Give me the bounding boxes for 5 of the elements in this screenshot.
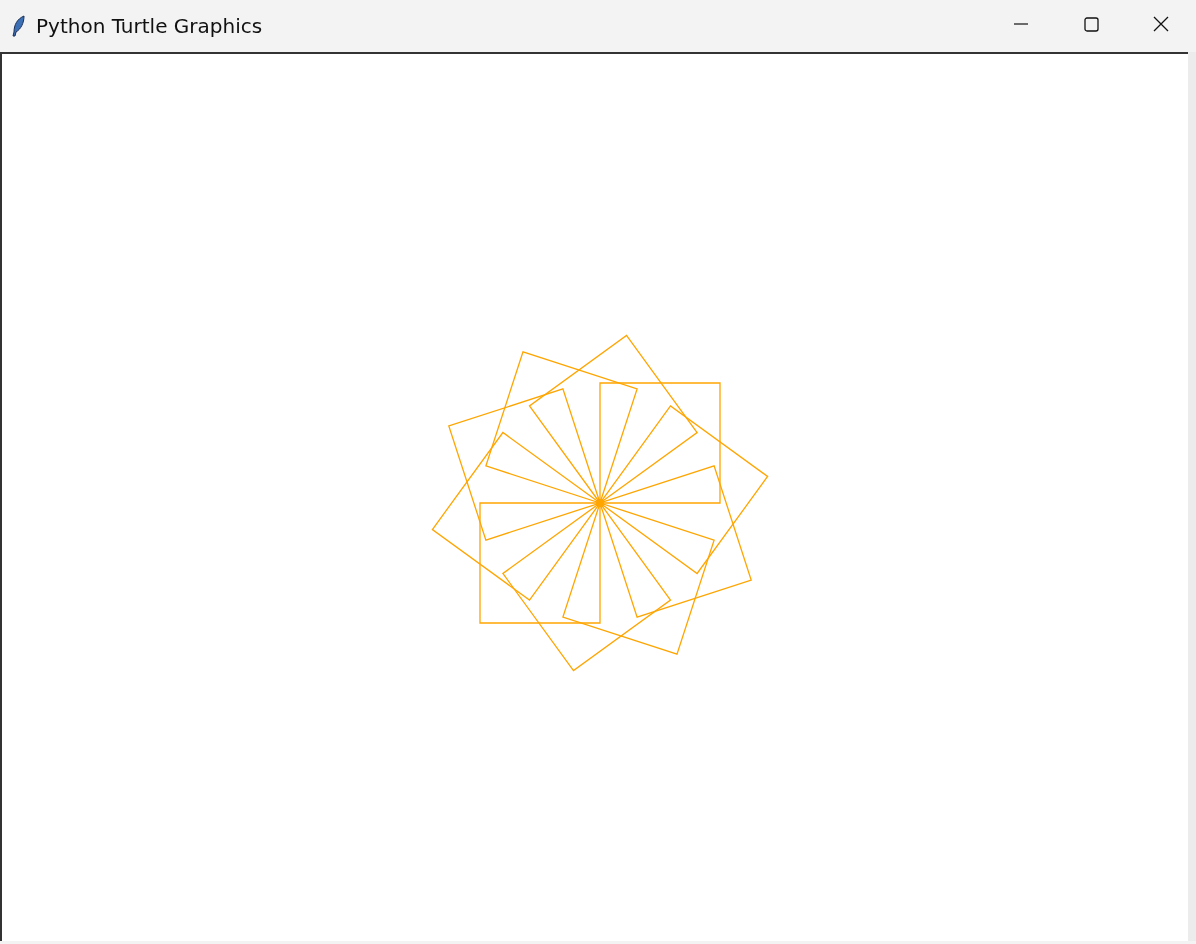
feather-icon <box>12 15 26 37</box>
maximize-icon <box>1083 16 1099 32</box>
minimize-icon <box>1014 23 1028 25</box>
window-title: Python Turtle Graphics <box>36 14 263 38</box>
close-icon <box>1153 16 1169 32</box>
